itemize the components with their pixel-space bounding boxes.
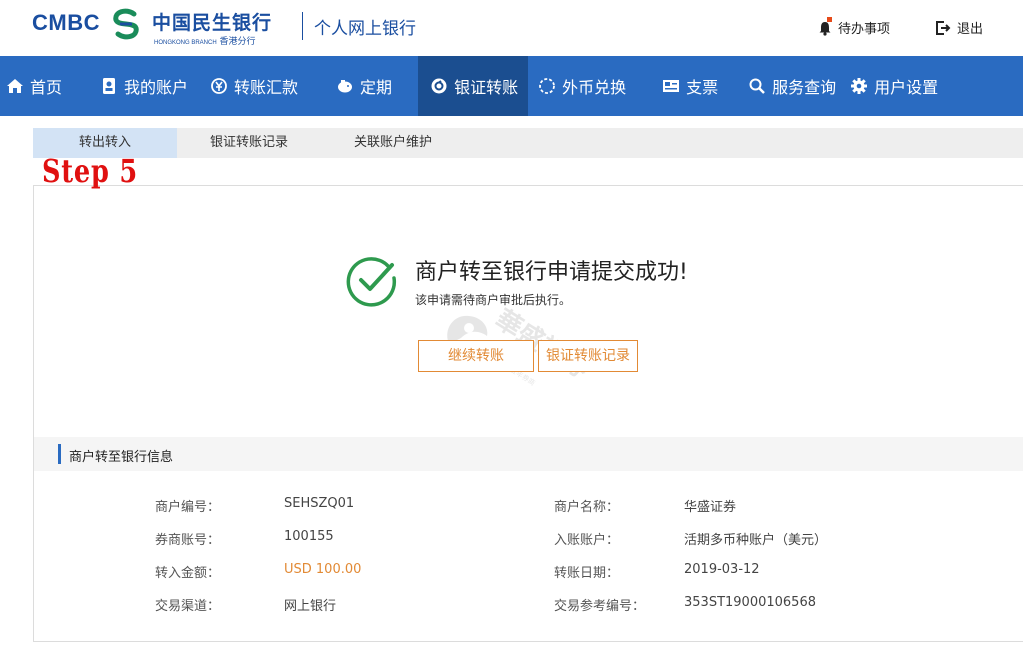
nav-item-service-query[interactable]: 服务查询 xyxy=(728,56,846,116)
nav-item-home[interactable]: 首页 xyxy=(0,56,72,116)
nav-label: 服务查询 xyxy=(772,78,837,97)
bell-icon xyxy=(819,16,832,36)
header: CMBC 中国民生银行 HONGKONG BRANCH 香港分行 个人网上银行 … xyxy=(0,0,1023,56)
logo-subtitle: 个人网上银行 xyxy=(314,19,416,39)
nav-label: 首页 xyxy=(30,78,63,97)
nav-item-my-account[interactable]: 我的账户 xyxy=(72,56,198,116)
todo-link[interactable]: 待办事项 xyxy=(818,16,891,37)
nav-item-fx-exchange[interactable]: 外币兑换 xyxy=(528,56,636,116)
sub-tabs: 转出转入 银证转账记录 关联账户维护 xyxy=(33,128,1023,158)
logout-link[interactable]: 退出 xyxy=(935,18,983,37)
nav-item-cheque[interactable]: 支票 xyxy=(636,56,728,116)
merchant-id-label: 商户编号： xyxy=(155,500,221,515)
transfer-date-label: 转账日期： xyxy=(554,566,620,581)
gear-icon xyxy=(851,78,868,94)
reference-number-label: 交易参考编号： xyxy=(554,599,646,614)
logout-label: 退出 xyxy=(957,22,984,37)
broker-account-value: 100155 xyxy=(284,529,334,544)
nav-label: 外币兑换 xyxy=(562,78,627,97)
logo-en: CMBC xyxy=(32,10,100,35)
main-nav: 首页 我的账户 转账汇款 定期 银证转账 外币兑换 支票 服务查询 用户设置 xyxy=(0,56,1023,116)
nav-label: 用户设置 xyxy=(874,78,939,97)
tab-linked-account-maintenance[interactable]: 关联账户维护 xyxy=(321,128,465,158)
transfer-icon xyxy=(211,78,227,94)
nav-label: 银证转账 xyxy=(454,78,519,97)
reference-number-value: 353ST19000106568 xyxy=(684,595,816,610)
amount-value: USD 100.00 xyxy=(284,562,362,577)
nav-label: 我的账户 xyxy=(124,78,189,97)
cmbc-logo-icon xyxy=(113,8,139,40)
merchant-name-label: 商户名称： xyxy=(554,500,620,515)
section-accent-bar xyxy=(58,444,61,464)
success-note: 该申请需待商户审批后执行。 xyxy=(415,293,572,307)
piggy-bank-icon xyxy=(338,80,353,93)
info-section-header: 商户转至银行信息 xyxy=(34,437,1023,471)
section-title: 商户转至银行信息 xyxy=(69,450,174,465)
credit-account-value: 活期多币种账户（美元） xyxy=(684,533,828,548)
nav-label: 支票 xyxy=(686,78,719,97)
search-icon xyxy=(749,78,765,94)
cheque-icon xyxy=(663,80,680,92)
todo-label: 待办事项 xyxy=(838,22,891,37)
nav-item-user-settings[interactable]: 用户设置 xyxy=(846,56,948,116)
channel-value: 网上银行 xyxy=(284,599,337,614)
nav-label: 定期 xyxy=(360,78,393,97)
logo-cn: 中国民生银行 xyxy=(152,12,273,34)
channel-label: 交易渠道： xyxy=(155,599,221,614)
securities-transfer-icon xyxy=(431,78,447,94)
logo-branch: HONGKONG BRANCH 香港分行 xyxy=(154,34,256,47)
nav-item-fixed-deposit[interactable]: 定期 xyxy=(308,56,402,116)
continue-transfer-button[interactable]: 继续转账 xyxy=(418,340,534,372)
merchant-id-value: SEHSZQ01 xyxy=(284,496,355,511)
logo-branch-cn: 香港分行 xyxy=(219,37,256,47)
amount-label: 转入金额： xyxy=(155,566,221,581)
credit-account-label: 入账账户： xyxy=(554,533,620,548)
transfer-date-value: 2019-03-12 xyxy=(684,562,760,577)
transfer-records-button[interactable]: 银证转账记录 xyxy=(538,340,638,372)
logo-branch-en: HONGKONG BRANCH xyxy=(154,40,217,46)
nav-item-securities-transfer[interactable]: 银证转账 xyxy=(418,56,529,116)
logout-icon xyxy=(936,20,951,35)
success-check-icon xyxy=(346,257,397,307)
broker-account-label: 券商账号： xyxy=(155,533,221,548)
home-icon xyxy=(7,79,23,93)
nav-item-transfer[interactable]: 转账汇款 xyxy=(198,56,308,116)
account-book-icon xyxy=(103,78,116,94)
logo-divider xyxy=(302,12,303,40)
tab-securities-transfer-records[interactable]: 银证转账记录 xyxy=(177,128,321,158)
step-label: Step 5 xyxy=(42,152,139,190)
success-title: 商户转至银行申请提交成功! xyxy=(415,260,688,285)
merchant-name-value: 华盛证券 xyxy=(684,500,737,515)
currency-exchange-icon xyxy=(539,78,555,94)
result-panel: 商户转至银行申请提交成功! 该申请需待商户审批后执行。 華盛証券 香港十五年券商… xyxy=(33,185,1023,642)
nav-label: 转账汇款 xyxy=(234,78,299,97)
